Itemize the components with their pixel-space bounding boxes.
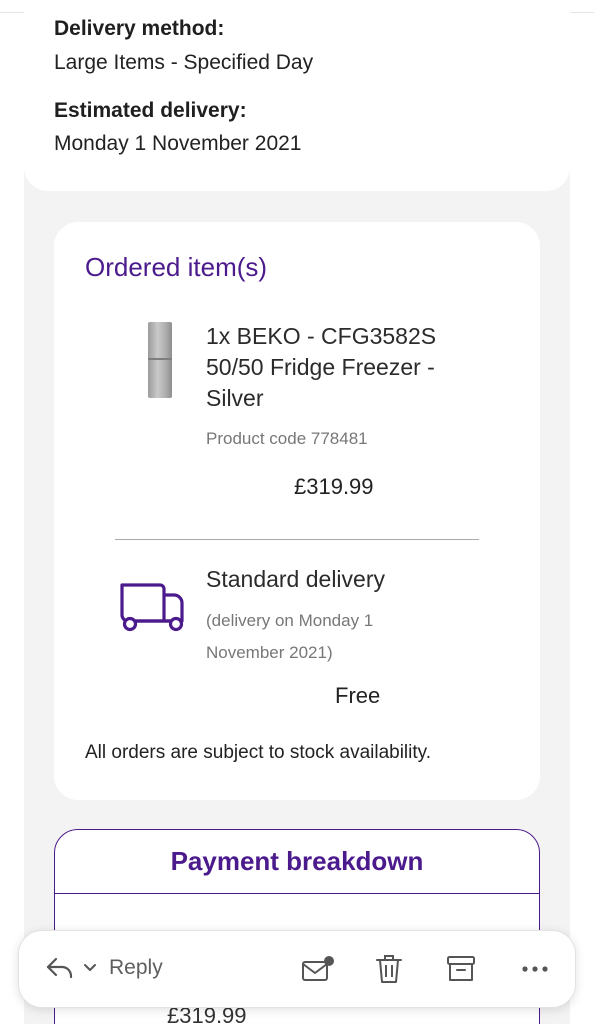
reply-icon bbox=[45, 955, 75, 981]
delete-button[interactable] bbox=[374, 953, 404, 985]
delivery-truck-icon bbox=[116, 577, 192, 635]
chevron-down-icon[interactable] bbox=[83, 963, 97, 973]
trash-icon bbox=[374, 953, 404, 985]
stock-availability-note: All orders are subject to stock availabi… bbox=[85, 742, 432, 763]
shipping-method-title: Standard delivery bbox=[206, 566, 385, 592]
archive-icon bbox=[446, 955, 476, 983]
more-icon bbox=[521, 965, 549, 973]
shipping-date-detail: (delivery on Monday 1 November 2021) bbox=[206, 611, 374, 662]
estimated-delivery-label: Estimated delivery: bbox=[54, 99, 247, 122]
mark-unread-icon bbox=[301, 955, 335, 983]
reply-button[interactable]: Reply bbox=[45, 955, 163, 981]
product-price: £319.99 bbox=[294, 474, 374, 499]
product-code: Product code 778481 bbox=[206, 429, 368, 448]
product-image[interactable] bbox=[148, 322, 172, 398]
payment-breakdown-title: Payment breakdown bbox=[55, 830, 539, 894]
delivery-method-value: Large Items - Specified Day bbox=[54, 51, 314, 74]
product-name: 1x BEKO - CFG3582S 50/50 Fridge Freezer … bbox=[206, 323, 437, 411]
more-options-button[interactable] bbox=[521, 965, 549, 973]
ordered-items-card: Ordered item(s) 1x BEKO - CFG3582S 50/50… bbox=[54, 222, 540, 800]
reply-toolbar: Reply bbox=[18, 930, 576, 1008]
reply-label: Reply bbox=[109, 956, 163, 979]
item-divider bbox=[115, 539, 479, 540]
shipping-cost: Free bbox=[335, 683, 381, 708]
mark-unread-button[interactable] bbox=[301, 955, 335, 983]
ordered-items-title: Ordered item(s) bbox=[85, 252, 268, 282]
estimated-delivery-value: Monday 1 November 2021 bbox=[54, 132, 302, 155]
archive-button[interactable] bbox=[446, 955, 476, 983]
delivery-method-label: Delivery method: bbox=[54, 17, 225, 40]
